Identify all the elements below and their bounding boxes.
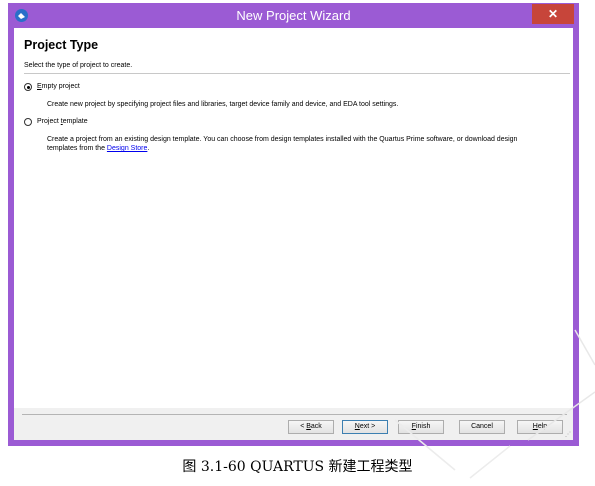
watermark-lines [394, 329, 595, 479]
